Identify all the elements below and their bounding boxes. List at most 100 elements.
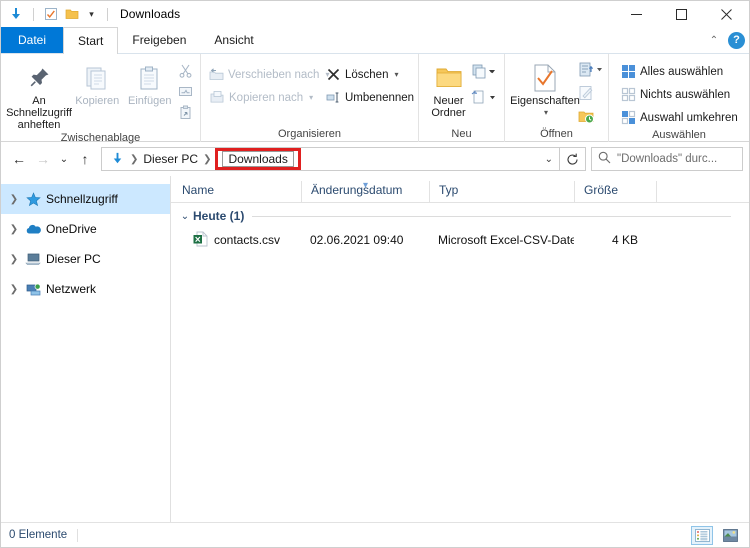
table-row[interactable]: contacts.csv 02.06.2021 09:40 Microsoft …	[171, 229, 749, 251]
tab-datei[interactable]: Datei	[1, 27, 64, 53]
rename-button[interactable]: Umbenennen	[323, 87, 416, 108]
copy-icon	[84, 61, 111, 95]
view-buttons	[691, 525, 741, 545]
breadcrumb-separator-2[interactable]: ❯	[201, 154, 213, 165]
column-header-name[interactable]: Name	[171, 181, 301, 202]
column-header-size[interactable]: Größe	[574, 181, 656, 202]
collapse-ribbon-chevron-icon[interactable]: ⌃	[706, 35, 722, 46]
copy-path-icon[interactable]	[176, 82, 194, 100]
cut-icon[interactable]	[176, 61, 194, 79]
forward-button[interactable]: →	[31, 147, 55, 171]
excel-csv-file-icon	[193, 231, 208, 250]
expand-chevron-icon[interactable]: ❯	[5, 284, 23, 295]
details-view-button[interactable]	[691, 525, 713, 545]
copy-to-caret-icon[interactable]: ▾	[309, 93, 313, 102]
column-header-spacer	[656, 181, 736, 202]
properties-checkbox-icon[interactable]	[43, 6, 59, 22]
search-box[interactable]: "Downloads" durc...	[591, 147, 743, 171]
star-icon	[23, 191, 43, 207]
easy-access-icon[interactable]	[470, 89, 498, 107]
new-small-icons	[470, 59, 498, 107]
file-name-label: contacts.csv	[214, 233, 281, 247]
sidebar-item-onedrive[interactable]: ❯ OneDrive	[1, 214, 170, 244]
status-item-count: 0 Elemente	[9, 529, 68, 541]
paste-button[interactable]: Einfügen	[124, 59, 177, 107]
rename-icon	[325, 90, 341, 106]
address-downloads-folder-icon	[110, 151, 126, 167]
expand-chevron-icon[interactable]: ❯	[5, 194, 23, 205]
customize-qat-chevron-icon[interactable]: ▾	[85, 6, 98, 22]
expand-chevron-icon[interactable]: ❯	[5, 254, 23, 265]
new-folder-icon[interactable]	[64, 6, 80, 22]
copy-button[interactable]: Kopieren	[71, 59, 124, 107]
move-to-button[interactable]: Verschieben nach ▾	[207, 64, 329, 85]
up-button[interactable]: ↑	[73, 147, 97, 171]
delete-button[interactable]: Löschen ▾	[323, 64, 416, 85]
address-dropdown-caret-icon[interactable]: ⌄	[545, 148, 553, 170]
breadcrumb-separator-1[interactable]: ❯	[128, 154, 140, 165]
search-input[interactable]: "Downloads" durc...	[617, 153, 717, 165]
column-header-type[interactable]: Typ	[429, 181, 574, 202]
delete-caret-icon[interactable]: ▾	[394, 70, 398, 79]
column-header-modified[interactable]: ▾ Änderungsdatum	[301, 181, 429, 202]
select-all-button[interactable]: Alles auswählen	[618, 61, 740, 82]
delete-label: Löschen	[345, 68, 389, 81]
help-button[interactable]: ?	[728, 32, 745, 49]
properties-icon	[531, 61, 559, 95]
sidebar-item-schnellzugriff[interactable]: ❯ Schnellzugriff	[1, 184, 170, 214]
tab-start[interactable]: Start	[63, 27, 119, 54]
copy-to-button[interactable]: Kopieren nach ▾	[207, 87, 317, 108]
cloud-icon	[23, 221, 43, 237]
title-bar: ▾ Downloads	[1, 1, 749, 27]
ribbon-group-title-organisieren: Organisieren	[278, 128, 341, 140]
expand-chevron-icon[interactable]: ❯	[5, 224, 23, 235]
close-button[interactable]	[704, 1, 749, 27]
ribbon-group-neu: Neuer Ordner Neu	[419, 54, 505, 142]
properties-button[interactable]: Eigenschaften ▾	[510, 59, 580, 119]
ribbon-tab-strip: Datei Start Freigeben Ansicht ⌃ ?	[1, 27, 749, 54]
breadcrumb-dieser-pc[interactable]: Dieser PC	[140, 152, 201, 166]
maximize-button[interactable]	[659, 1, 704, 27]
ribbon: An Schnellzugriff anheften Kopieren Einf…	[1, 54, 749, 144]
refresh-button[interactable]	[560, 147, 586, 171]
move-to-icon	[209, 67, 224, 83]
address-bar[interactable]: ❯ Dieser PC ❯ Downloads ⌄	[101, 147, 560, 171]
file-size-cell: 4 KB	[611, 233, 638, 247]
new-folder-button[interactable]: Neuer Ordner	[427, 59, 470, 119]
select-none-button[interactable]: Nichts auswählen	[618, 84, 740, 105]
large-icons-view-button[interactable]	[719, 526, 741, 545]
group-header-rule	[252, 215, 731, 217]
new-item-icon[interactable]	[470, 63, 498, 81]
sidebar-item-netzwerk[interactable]: ❯ Netzwerk	[1, 274, 170, 304]
pin-to-quick-access-button[interactable]: An Schnellzugriff anheften	[6, 59, 72, 131]
sort-indicator-icon: ▾	[362, 180, 369, 191]
edit-icon[interactable]	[577, 84, 595, 102]
minimize-button[interactable]	[614, 1, 659, 27]
file-name-cell[interactable]: contacts.csv	[171, 231, 301, 250]
quick-access-toolbar: ▾	[8, 6, 112, 22]
computer-icon	[23, 251, 43, 267]
sidebar-item-dieser-pc[interactable]: ❯ Dieser PC	[1, 244, 170, 274]
rename-label: Umbenennen	[345, 91, 415, 104]
clipboard-small-icons	[176, 59, 194, 121]
breadcrumb-downloads[interactable]: Downloads	[222, 151, 294, 167]
invert-selection-label: Auswahl umkehren	[640, 111, 738, 124]
ribbon-group-title-zwischenablage: Zwischenablage	[60, 132, 141, 144]
copy-label: Kopieren	[75, 95, 120, 107]
address-bar-row: ← → ⌄ ↑ ❯ Dieser PC ❯ Downloads ⌄ "Downl…	[1, 142, 749, 176]
history-icon[interactable]	[577, 107, 595, 125]
invert-selection-button[interactable]: Auswahl umkehren	[618, 107, 740, 128]
navigation-pane: ❯ Schnellzugriff ❯ OneDrive ❯ Dieser PC …	[1, 176, 171, 524]
back-button[interactable]: ←	[7, 147, 31, 171]
group-header-heute[interactable]: ⌄ Heute (1)	[171, 203, 749, 229]
paste-shortcut-icon[interactable]	[176, 103, 194, 121]
sidebar-item-label: OneDrive	[46, 222, 97, 236]
properties-caret-icon[interactable]: ▾	[544, 107, 548, 119]
recent-locations-button[interactable]: ⌄	[55, 147, 73, 171]
properties-label: Eigenschaften	[510, 95, 580, 107]
ribbon-group-auswaehlen: Alles auswählen Nichts auswählen Auswahl…	[609, 54, 749, 142]
group-collapse-chevron-icon[interactable]: ⌄	[177, 211, 193, 222]
tab-ansicht[interactable]: Ansicht	[200, 27, 267, 53]
tab-freigeben[interactable]: Freigeben	[118, 27, 200, 53]
open-icon[interactable]	[577, 61, 605, 79]
